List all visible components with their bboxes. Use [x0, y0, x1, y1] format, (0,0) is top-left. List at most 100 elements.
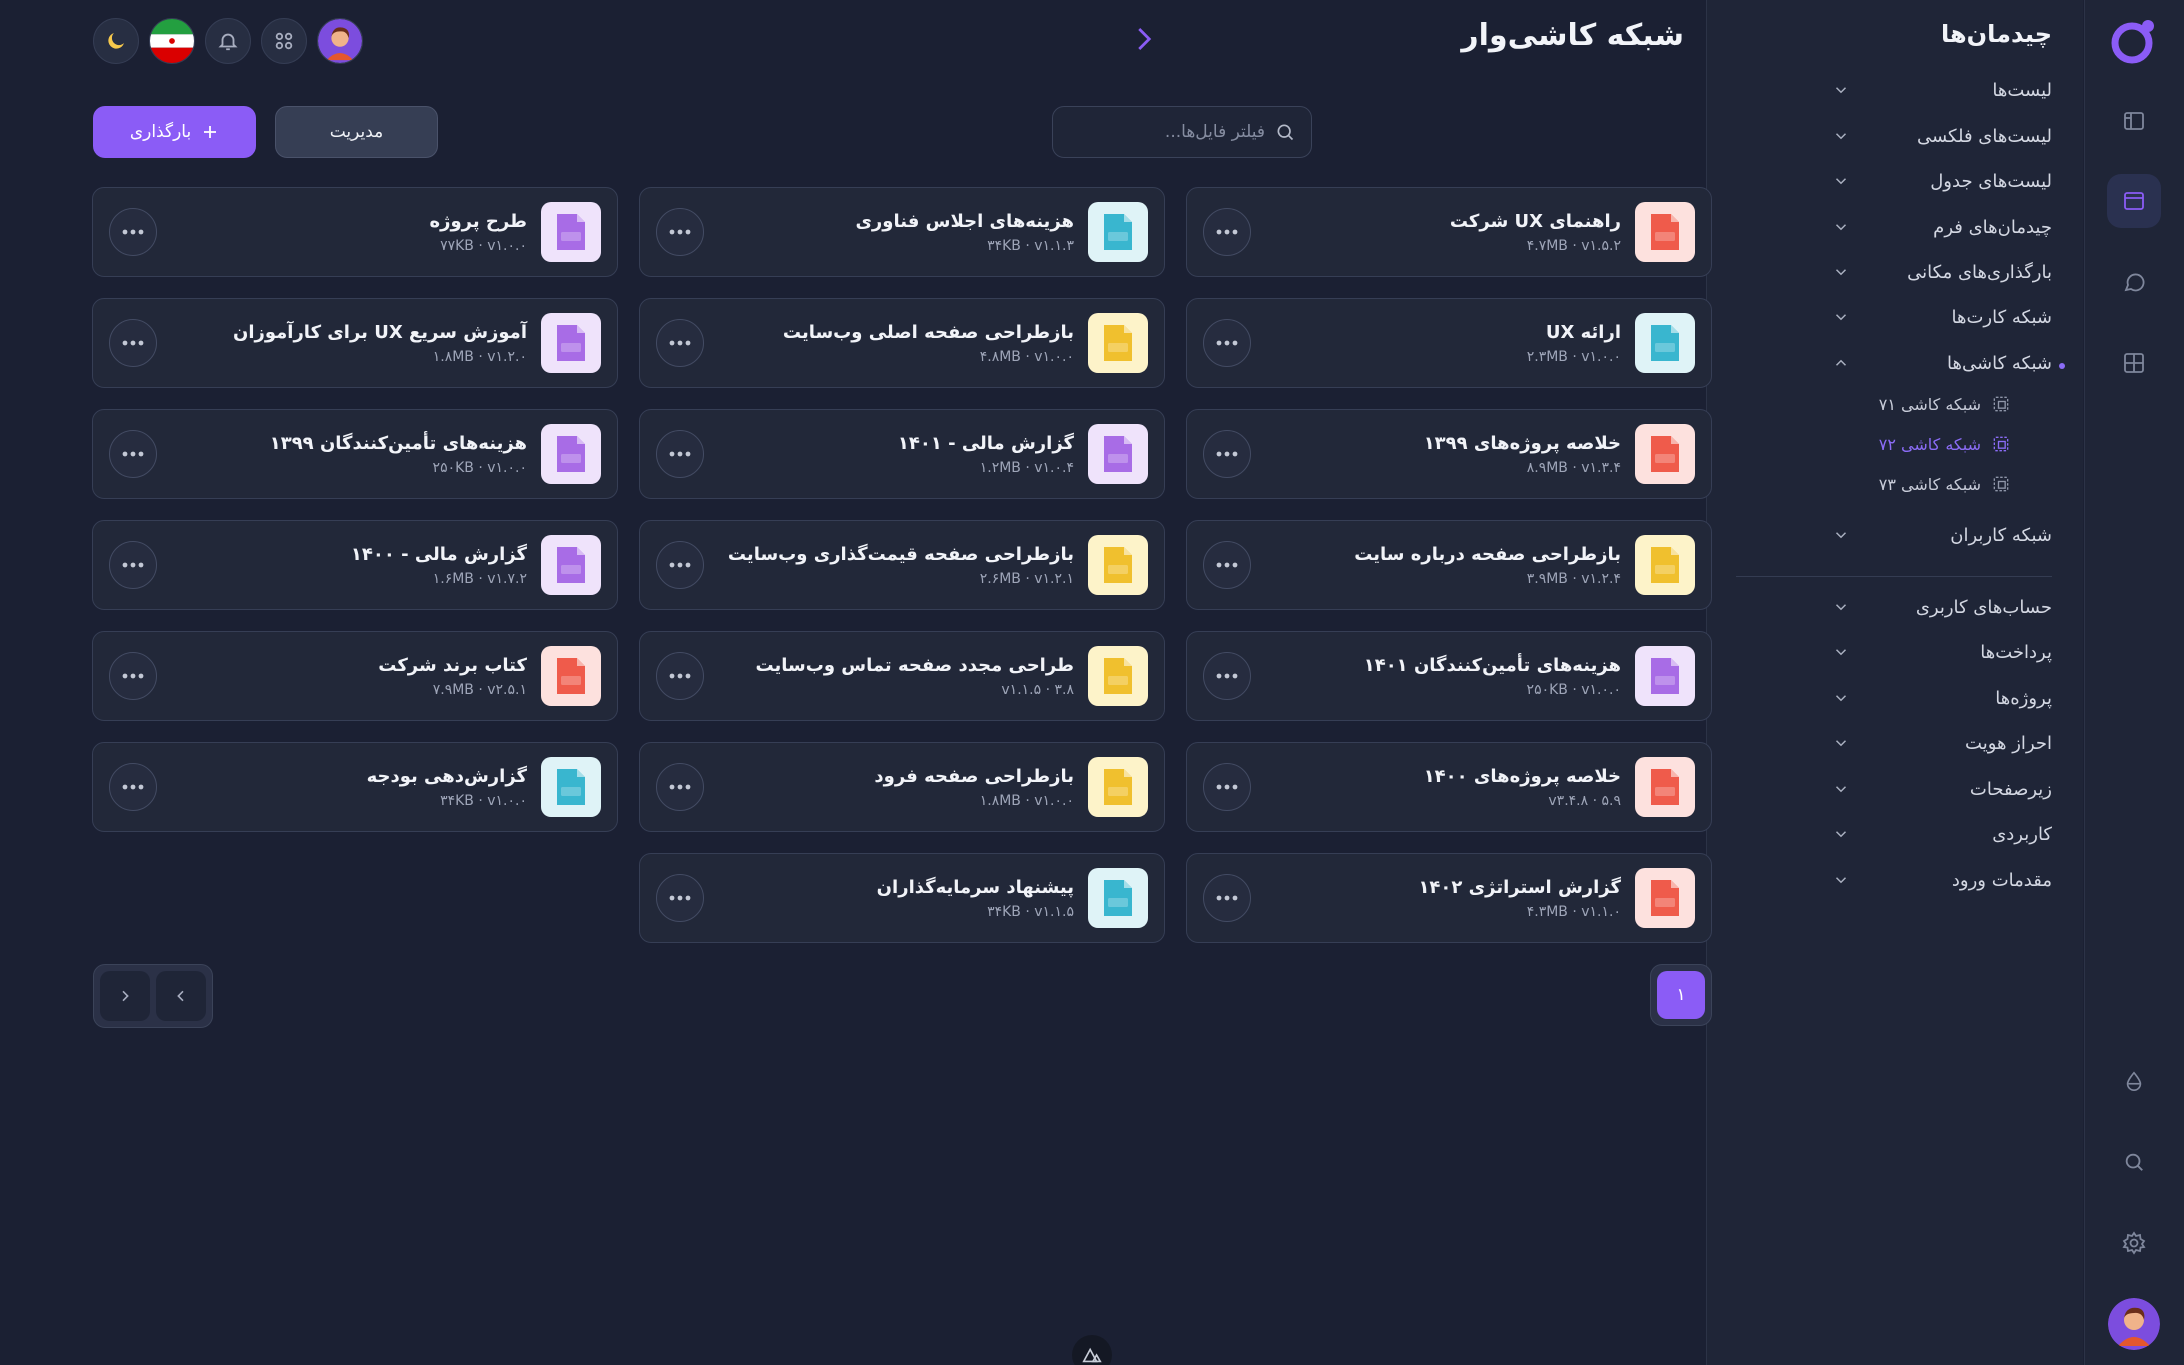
file-card[interactable]: بازطراحی صفحه درباره سایت ۳.۹MB · v۱.۲.۴	[1186, 520, 1712, 610]
file-card[interactable]: هزینه‌های تأمین‌کنندگان ۱۴۰۱ ۲۵۰KB · v۱.۰…	[1186, 631, 1712, 721]
sidebar-item-tile-grid[interactable]: شبکه کاشی‌ها	[1832, 343, 2052, 383]
sidebar-item-accounts[interactable]: حساب‌های کاربری	[1832, 587, 2052, 627]
file-card[interactable]: طراحی مجدد صفحه تماس وب‌سایت ۳.۸ · v۱.۱.۵	[639, 631, 1165, 721]
more-options-button[interactable]	[1203, 208, 1251, 256]
moon-icon[interactable]	[93, 18, 139, 64]
more-options-button[interactable]	[1203, 430, 1251, 478]
file-pdf-icon	[1635, 424, 1695, 484]
more-options-button[interactable]	[109, 319, 157, 367]
logo-icon[interactable]	[2110, 17, 2158, 65]
file-meta: طرح پروژه ۷۷KB · v۱.۰.۰	[171, 211, 527, 254]
chevron-down-icon	[1835, 877, 1847, 884]
sidebar-item-lists[interactable]: لیست‌ها	[1832, 70, 2052, 110]
dots-icon	[669, 340, 691, 346]
chat-icon[interactable]	[2107, 255, 2161, 309]
file-card[interactable]: کتاب برند شرکت ۷.۹MB · v۲.۵.۱	[92, 631, 618, 721]
user-avatar[interactable]	[317, 18, 363, 64]
file-ppt-icon	[1088, 868, 1148, 928]
file-name: بازطراحی صفحه درباره سایت	[1354, 543, 1621, 565]
dots-icon	[669, 895, 691, 901]
more-options-button[interactable]	[109, 652, 157, 700]
file-card[interactable]: گزارش استراتژی ۱۴۰۲ ۴.۳MB · v۱.۱.۰	[1186, 853, 1712, 943]
file-card[interactable]: گزارش مالی - ۱۴۰۰ ۱.۶MB · v۱.۷.۲	[92, 520, 618, 610]
search-icon[interactable]	[2107, 1135, 2161, 1189]
file-card[interactable]: بازطراحی صفحه قیمت‌گذاری وب‌سایت ۲.۶MB · …	[639, 520, 1165, 610]
drop-icon[interactable]	[2107, 1054, 2161, 1108]
file-xls-icon	[541, 757, 601, 817]
sidebar-item-payments[interactable]: پرداخت‌ها	[1832, 632, 2052, 672]
chevron-left-icon	[177, 990, 184, 1002]
next-page-button[interactable]	[100, 971, 150, 1021]
sidebar-item-projects[interactable]: پروژه‌ها	[1832, 678, 2052, 718]
sidebar-subitem-tile-2[interactable]: شبکه کاشی ۷۲	[1851, 429, 2011, 459]
more-options-button[interactable]	[1203, 652, 1251, 700]
sidebar-subitem-tile-1[interactable]: شبکه کاشی ۷۱	[1851, 389, 2011, 419]
file-card[interactable]: خلاصه پروژه‌های ۱۴۰۰ ۵.۹ · v۳.۴.۸	[1186, 742, 1712, 832]
file-meta: خلاصه پروژه‌های ۱۴۰۰ ۵.۹ · v۳.۴.۸	[1265, 766, 1621, 809]
file-meta: راهنمای UX شرکت ۴.۷MB · v۱.۵.۲	[1265, 211, 1621, 254]
layout-icon[interactable]	[2107, 94, 2161, 148]
file-card[interactable]: هزینه‌های اجلاس فناوری ۳۴KB · v۱.۱.۳	[639, 187, 1165, 277]
upload-button[interactable]: بارگذاری	[93, 106, 256, 158]
chevron-down-icon	[1835, 314, 1847, 321]
file-card[interactable]: بازطراحی صفحه اصلی وب‌سایت ۴.۸MB · v۱.۰.۰	[639, 298, 1165, 388]
sidebar-item-flex-lists[interactable]: لیست‌های فلکسی	[1832, 116, 2052, 156]
file-filter-search[interactable]	[1052, 106, 1312, 158]
more-options-button[interactable]	[1203, 541, 1251, 589]
sidebar-item-card-grid[interactable]: شبکه کارت‌ها	[1832, 297, 2052, 337]
chevron-down-icon	[1835, 695, 1847, 702]
bell-icon[interactable]	[205, 18, 251, 64]
sidebar-item-table-lists[interactable]: لیست‌های جدول	[1832, 161, 2052, 201]
file-card[interactable]: بازطراحی صفحه فرود ۱.۸MB · v۱.۰.۰	[639, 742, 1165, 832]
more-options-button[interactable]	[656, 208, 704, 256]
sidebar-item-users-grid[interactable]: شبکه کاربران	[1832, 515, 2052, 555]
more-options-button[interactable]	[656, 319, 704, 367]
file-card[interactable]: هزینه‌های تأمین‌کنندگان ۱۳۹۹ ۲۵۰KB · v۱.۰…	[92, 409, 618, 499]
avatar[interactable]	[2108, 1298, 2160, 1350]
more-options-button[interactable]	[656, 763, 704, 811]
more-options-button[interactable]	[1203, 874, 1251, 922]
gear-icon[interactable]	[2107, 1216, 2161, 1270]
sidebar-item-form-layouts[interactable]: چیدمان‌های فرم	[1832, 207, 2052, 247]
back-chevron-icon[interactable]	[1128, 24, 1158, 54]
file-card[interactable]: طرح پروژه ۷۷KB · v۱.۰.۰	[92, 187, 618, 277]
tile-grid-icon	[1993, 476, 2009, 492]
more-options-button[interactable]	[109, 208, 157, 256]
sidebar-item-label: شبکه کاشی‌ها	[1947, 352, 2052, 374]
more-options-button[interactable]	[656, 430, 704, 478]
file-card[interactable]: ارائه UX ۲.۳MB · v۱.۰.۰	[1186, 298, 1712, 388]
more-options-button[interactable]	[109, 430, 157, 478]
search-input[interactable]	[1085, 122, 1265, 142]
file-meta: هزینه‌های اجلاس فناوری ۳۴KB · v۱.۱.۳	[718, 211, 1074, 254]
sidebar-item-subpages[interactable]: زیرصفحات	[1832, 769, 2052, 809]
more-options-button[interactable]	[1203, 319, 1251, 367]
sidebar-divider	[1736, 576, 2052, 577]
grid-icon[interactable]	[2107, 336, 2161, 390]
file-meta: خلاصه پروژه‌های ۱۳۹۹ ۸.۹MB · v۱.۳.۴	[1265, 433, 1621, 476]
file-card[interactable]: پیشنهاد سرمایه‌گذاران ۳۴KB · v۱.۱.۵	[639, 853, 1165, 943]
file-meta: گزارش مالی - ۱۴۰۰ ۱.۶MB · v۱.۷.۲	[171, 544, 527, 587]
sidebar-item-onboarding[interactable]: مقدمات ورود	[1832, 860, 2052, 900]
sidebar-item-utility[interactable]: کاربردی	[1832, 814, 2052, 854]
sidebar-subitem-tile-3[interactable]: شبکه کاشی ۷۳	[1851, 469, 2011, 499]
window-icon[interactable]	[2107, 174, 2161, 228]
prev-page-button[interactable]	[156, 971, 206, 1021]
flag-iran-icon[interactable]	[149, 18, 195, 64]
more-options-button[interactable]	[656, 541, 704, 589]
dots-icon	[669, 673, 691, 679]
more-options-button[interactable]	[109, 763, 157, 811]
apps-grid-icon[interactable]	[261, 18, 307, 64]
file-card[interactable]: گزارش‌دهی بودجه ۳۴KB · v۱.۰.۰	[92, 742, 618, 832]
more-options-button[interactable]	[109, 541, 157, 589]
more-options-button[interactable]	[1203, 763, 1251, 811]
file-card[interactable]: خلاصه پروژه‌های ۱۳۹۹ ۸.۹MB · v۱.۳.۴	[1186, 409, 1712, 499]
file-card[interactable]: راهنمای UX شرکت ۴.۷MB · v۱.۵.۲	[1186, 187, 1712, 277]
file-card[interactable]: گزارش مالی - ۱۴۰۱ ۱.۲MB · v۱.۰.۴	[639, 409, 1165, 499]
more-options-button[interactable]	[656, 874, 704, 922]
more-options-button[interactable]	[656, 652, 704, 700]
file-card[interactable]: آموزش سریع UX برای کارآموزان ۱.۸MB · v۱.۲…	[92, 298, 618, 388]
manage-button[interactable]: مدیریت	[275, 106, 438, 158]
sidebar-item-placeloads[interactable]: بارگذاری‌های مکانی	[1832, 252, 2052, 292]
page-number-button[interactable]: ۱	[1657, 971, 1705, 1019]
sidebar-item-auth[interactable]: احراز هویت	[1832, 723, 2052, 763]
